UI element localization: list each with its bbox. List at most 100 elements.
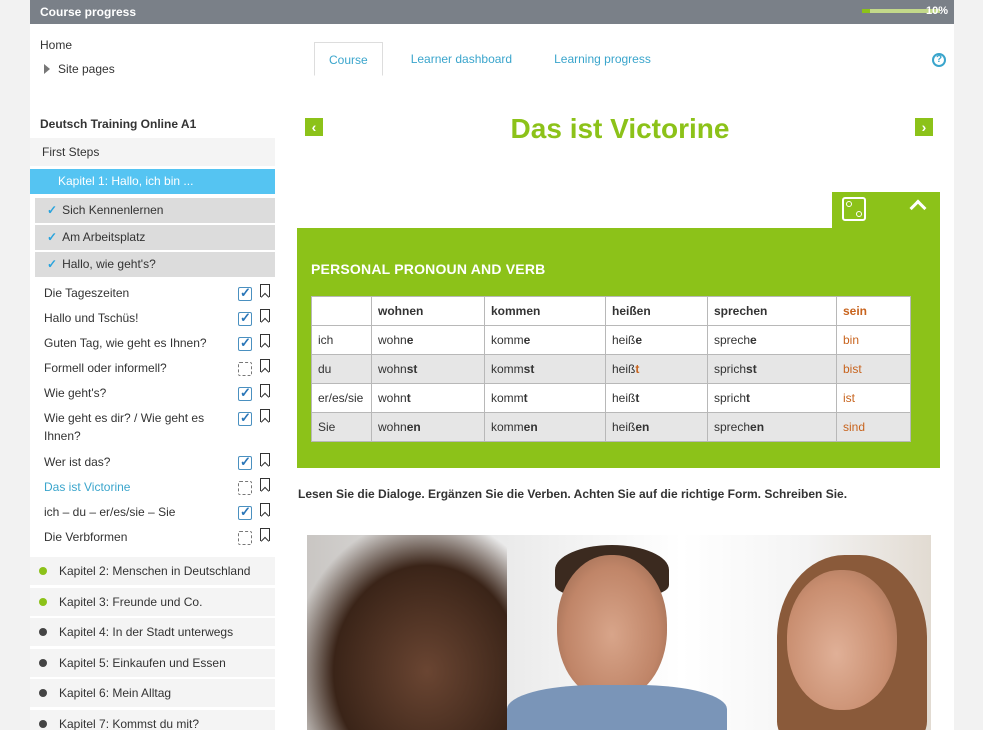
tools-icon[interactable] [842,197,866,221]
bookmark-icon[interactable] [260,453,270,466]
next-lesson-button[interactable]: › [915,118,933,136]
check-icon: ✓ [47,230,58,244]
subsection-item[interactable]: ✓ Hallo, wie geht's? [35,252,275,277]
site-pages-label: Site pages [58,62,115,76]
tab-learning-progress[interactable]: Learning progress [540,42,665,76]
subsection-label: Hallo, wie geht's? [62,257,156,271]
box-heading: PERSONAL PRONOUN AND VERB [311,261,546,277]
bookmark-icon[interactable] [260,528,270,541]
table-cell: heißt [605,354,708,384]
bookmark-icon[interactable] [260,409,270,422]
table-cell: heißt [605,383,708,413]
chapter-item[interactable]: Kapitel 6: Mein Alltag [30,679,275,707]
chapter-label: Kapitel 7: Kommst du mit? [59,716,200,730]
table-cell: wohnst [371,354,485,384]
chapter-item[interactable]: Kapitel 4: In der Stadt unterwegs [30,618,275,646]
table-cell: sind [836,412,911,442]
checkbox-checked-icon[interactable] [238,503,252,521]
lesson-item[interactable]: Guten Tag, wie geht es Ihnen? [44,334,276,352]
bookmark-icon[interactable] [260,384,270,397]
table-cell: kommt [484,383,606,413]
status-dot-icon [39,597,47,606]
table-cell: spricht [707,383,837,413]
lesson-item[interactable]: Wer ist das? [44,453,276,471]
collapse-up-icon[interactable] [909,199,927,217]
prev-lesson-button[interactable]: ‹ [305,118,323,136]
table-cell: wohnt [371,383,485,413]
checkbox-checked-icon[interactable] [238,334,252,352]
table-cell: spreche [707,325,837,355]
table-cell: heiße [605,325,708,355]
dialogue-photo [307,535,931,730]
table-cell: ich [311,325,372,355]
checkbox-empty-icon[interactable] [238,362,252,376]
status-dot-icon [39,658,47,667]
checkbox-checked-icon[interactable] [238,409,252,427]
table-header-cell: kommen [484,296,606,326]
table-header-cell: sein [836,296,911,326]
table-cell: Sie [311,412,372,442]
chapter-item[interactable]: Kapitel 3: Freunde und Co. [30,587,275,616]
chapter-label: Kapitel 3: Freunde und Co. [59,594,203,609]
sidebar: Home Site pages Deutsch Training Online … [30,24,276,730]
bookmark-icon[interactable] [260,334,270,347]
chapter-item[interactable]: Kapitel 7: Kommst du mit? [30,709,275,730]
table-row: er/es/sie wohnt kommt heißt spricht ist [311,383,911,413]
lesson-item[interactable]: Formell oder informell? [44,359,276,377]
lesson-title-text: Guten Tag, wie geht es Ihnen? [44,336,207,350]
table-row: du wohnst kommst heißt sprichst bist [311,354,911,384]
nav-site-pages[interactable]: Site pages [44,62,115,76]
progress-label: Course progress [40,5,137,19]
checkbox-empty-icon[interactable] [238,531,252,545]
table-cell: sprichst [707,354,837,384]
instruction-text: Lesen Sie die Dialoge. Ergänzen Sie die … [298,487,848,501]
course-title: Deutsch Training Online A1 [40,117,197,131]
status-dot-icon [39,628,47,636]
course-progress-bar: Course progress 10% [30,0,954,24]
bookmark-icon[interactable] [260,309,270,322]
bookmark-icon[interactable] [260,503,270,516]
bookmark-icon[interactable] [260,359,270,372]
chapter-item[interactable]: Kapitel 5: Einkaufen und Essen [30,648,275,677]
table-header-cell: wohnen [371,296,485,326]
tab-course[interactable]: Course [314,42,383,76]
progress-percent: 10% [925,5,948,17]
checkbox-checked-icon[interactable] [238,384,252,402]
bookmark-icon[interactable] [260,284,270,297]
table-cell: komme [484,325,606,355]
checkbox-checked-icon[interactable] [238,453,252,471]
lesson-title-text: Hallo und Tschüs! [44,311,139,325]
tab-learner-dashboard[interactable]: Learner dashboard [397,42,526,76]
lesson-item[interactable]: Wie geht's? [44,384,276,402]
lesson-item[interactable]: Hallo und Tschüs! [44,309,276,327]
help-icon[interactable]: ? [932,53,946,67]
page: Home Site pages Deutsch Training Online … [30,24,954,730]
lesson-item[interactable]: Wie geht es dir? / Wie geht es Ihnen? [44,409,276,445]
lesson-item[interactable]: ich – du – er/es/sie – Sie [44,503,276,521]
table-cell: bin [836,325,911,355]
status-dot-icon [39,689,47,697]
nav-home-link[interactable]: Home [40,38,72,52]
lesson-title: Das ist Victorine [510,113,730,144]
expand-triangle-icon [44,64,50,74]
lesson-item[interactable]: Die Verbformen [44,528,276,546]
checkbox-empty-icon[interactable] [238,481,252,495]
tab-bar: Course Learner dashboard Learning progre… [314,42,679,76]
lesson-item[interactable]: Das ist Victorine [44,478,276,496]
checkbox-checked-icon[interactable] [238,309,252,327]
subsection-item[interactable]: ✓ Am Arbeitsplatz [35,225,275,250]
table-cell: ist [836,383,911,413]
chapter-label: Kapitel 4: In der Stadt unterwegs [59,625,234,639]
table-header-cell: heißen [605,296,708,326]
check-icon: ✓ [47,257,58,271]
lesson-item[interactable]: Die Tageszeiten [44,284,276,302]
subsection-item[interactable]: ✓ Sich Kennenlernen [35,198,275,223]
section-first-steps[interactable]: First Steps [30,138,275,166]
chapter-item[interactable]: Kapitel 2: Menschen in Deutschland [30,557,275,585]
grammar-box: PERSONAL PRONOUN AND VERB wohnen kommen he… [297,228,940,468]
checkbox-checked-icon[interactable] [238,284,252,302]
lesson-title-text: ich – du – er/es/sie – Sie [44,505,176,519]
subsection-label: Am Arbeitsplatz [62,230,146,244]
chapter-active[interactable]: Kapitel 1: Hallo, ich bin ... [30,169,275,194]
bookmark-icon[interactable] [260,478,270,491]
